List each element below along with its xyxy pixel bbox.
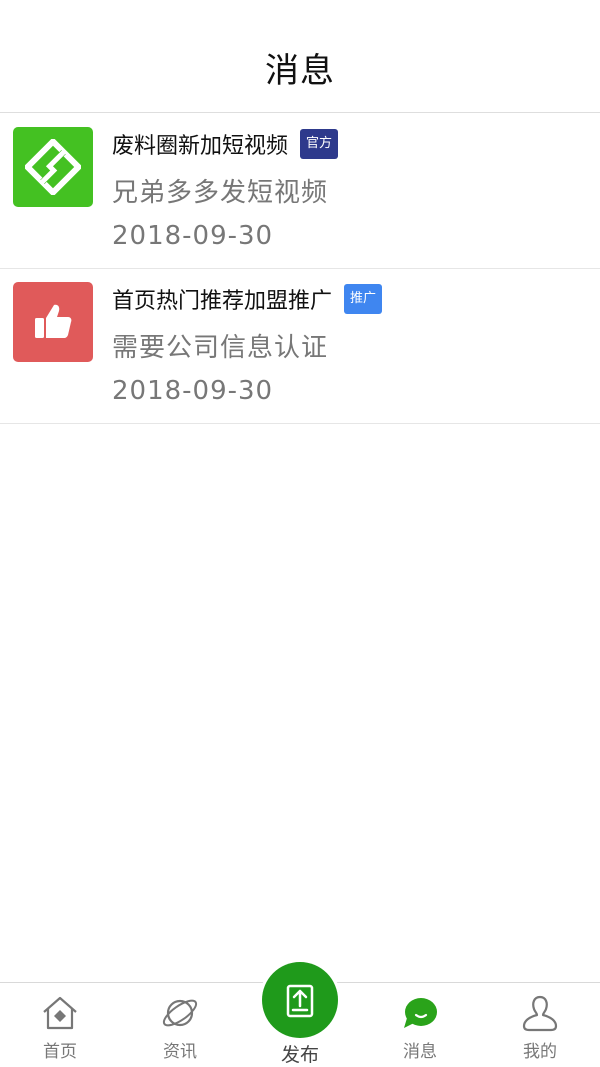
tab-mine[interactable]: 我的 <box>480 983 600 1067</box>
promo-badge: 推广 <box>344 284 383 314</box>
page-title: 消息 <box>265 51 335 91</box>
publish-button[interactable] <box>262 962 338 1038</box>
tab-news[interactable]: 资讯 <box>120 983 240 1067</box>
message-preview: 兄弟多多发短视频 <box>112 178 329 208</box>
message-item-video[interactable]: 废料圈新加短视频 官方 兄弟多多发短视频 2018-09-30 <box>0 114 600 269</box>
app-screen: 消息 废料圈新加短视频 官方 兄弟多多发短视频 2018-09-30 首页热门推… <box>0 0 600 1067</box>
tab-news-label: 资讯 <box>163 1042 197 1062</box>
message-list: 废料圈新加短视频 官方 兄弟多多发短视频 2018-09-30 首页热门推荐加盟… <box>0 114 600 424</box>
message-preview: 需要公司信息认证 <box>112 333 329 363</box>
tab-home[interactable]: 首页 <box>0 983 120 1067</box>
message-item-promo[interactable]: 首页热门推荐加盟推广 推广 需要公司信息认证 2018-09-30 <box>0 269 600 424</box>
message-title-row: 废料圈新加短视频 官方 <box>112 128 339 160</box>
tab-messages-label: 消息 <box>403 1042 437 1062</box>
message-title: 废料圈新加短视频 <box>112 134 289 159</box>
header-bar: 消息 <box>0 0 600 113</box>
home-icon <box>43 996 77 1030</box>
message-date: 2018-09-30 <box>112 376 274 406</box>
planet-icon <box>162 999 198 1027</box>
official-badge: 官方 <box>300 129 339 159</box>
user-icon <box>522 995 558 1032</box>
chat-bubble-icon <box>404 998 437 1028</box>
tab-messages[interactable]: 消息 <box>360 983 480 1067</box>
upload-icon <box>286 984 314 1018</box>
message-title-row: 首页热门推荐加盟推广 推广 <box>112 283 383 315</box>
thumbs-up-icon <box>13 282 93 362</box>
publish-label: 发布 <box>280 1044 319 1066</box>
message-date: 2018-09-30 <box>112 221 274 251</box>
tab-mine-label: 我的 <box>523 1042 557 1062</box>
brand-logo-icon <box>13 127 93 207</box>
tab-home-label: 首页 <box>43 1042 77 1062</box>
message-title: 首页热门推荐加盟推广 <box>112 289 333 314</box>
